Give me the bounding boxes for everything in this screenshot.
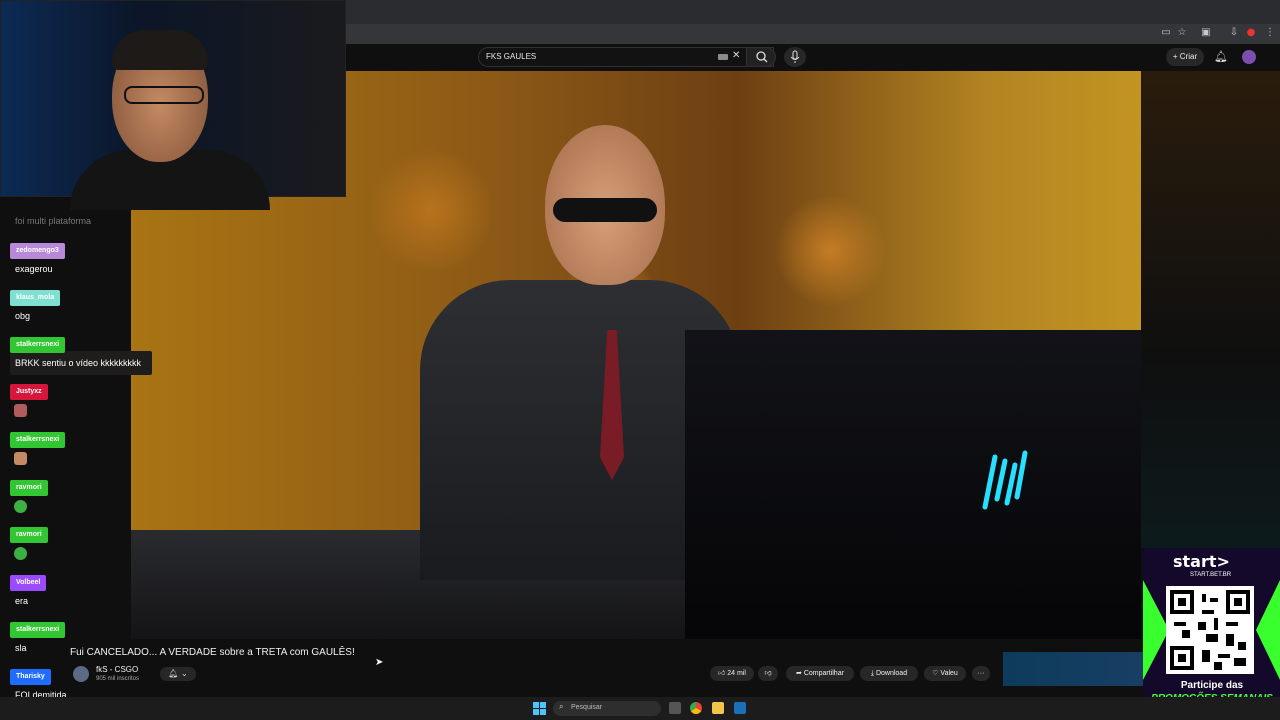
side-panel	[1141, 71, 1280, 548]
search-button[interactable]	[746, 47, 776, 67]
chat-message: era	[15, 596, 29, 606]
mouse-cursor-icon: ➤	[375, 657, 384, 668]
menu-kebab-icon[interactable]: ⋮	[1264, 27, 1276, 39]
chat-message: sla	[15, 643, 27, 653]
chat-username: stalkerrsnexi	[10, 622, 66, 638]
like-count: 24 mil	[727, 670, 746, 677]
keyboard-icon[interactable]	[718, 54, 728, 60]
chat-message: obg	[15, 311, 31, 321]
chat-username: zedomengo3	[10, 243, 65, 259]
chrome-icon[interactable]	[690, 702, 702, 714]
file-explorer-icon[interactable]	[712, 702, 724, 714]
search-query[interactable]: FKS GAULES	[486, 52, 536, 61]
subscriber-count: 905 mil inscritos	[96, 676, 140, 682]
download-label: Download	[875, 670, 908, 677]
chat-emote-icon	[14, 404, 27, 417]
thumbs-up-icon: 👍︎	[718, 670, 728, 677]
create-label: Criar	[1179, 52, 1198, 61]
more-actions-button[interactable]: ···	[972, 666, 990, 681]
thanks-label: Valeu	[940, 670, 958, 677]
extensions-icon[interactable]: ▣	[1200, 27, 1212, 39]
chat-message: BRKK sentiu o vídeo kkkkkkkkk	[15, 358, 142, 368]
laptop-logo-icon	[982, 450, 1028, 510]
ad-site: START.BET.BR	[1190, 572, 1232, 578]
chat-emote-icon	[14, 547, 27, 560]
chat-emote-icon	[14, 452, 27, 465]
create-button[interactable]: + Criar	[1166, 48, 1204, 66]
share-label: Compartilhar	[803, 670, 844, 677]
microphone-icon	[790, 50, 800, 63]
chat-emote-icon	[14, 500, 27, 513]
chat-username: klaus_mola	[10, 290, 61, 306]
chevron-down-icon: ⌄	[181, 669, 188, 678]
chat-username: stalkerrsnexi	[10, 432, 66, 448]
chat-message: exagerou	[15, 264, 53, 274]
ad-headline: Participe das	[1180, 680, 1244, 691]
taskbar-search-placeholder: Pesquisar	[571, 704, 603, 711]
download-button[interactable]: ⤓ Download	[860, 666, 918, 681]
chat-username: stalkerrsnexi	[10, 337, 66, 353]
bell-icon: 🔔︎	[168, 669, 179, 678]
share-icon: ➦	[796, 670, 804, 677]
subscription-bell-button[interactable]: 🔔︎ ⌄	[160, 667, 196, 681]
bookmark-star-icon[interactable]: ☆	[1176, 27, 1188, 39]
chat-username: ravmori	[10, 480, 48, 496]
ad-brand-logo: start>	[1173, 552, 1230, 571]
taskbar-search[interactable]	[553, 701, 661, 716]
video-laptop	[685, 330, 1141, 639]
profile-icon[interactable]: ●	[1245, 27, 1257, 39]
cast-icon[interactable]: ▭	[1160, 27, 1172, 39]
ad-arrow-graphic-right	[1256, 580, 1280, 680]
dislike-button[interactable]: 👎︎	[758, 666, 778, 681]
video-person-sunglasses	[553, 198, 657, 222]
webcam-person-glasses	[124, 86, 204, 104]
webcam-person-hair	[112, 30, 208, 70]
share-button[interactable]: ➦ Compartilhar	[786, 666, 854, 681]
search-icon: ⌕	[559, 702, 564, 711]
task-view-icon[interactable]	[669, 702, 681, 714]
windows-start-icon[interactable]	[533, 702, 546, 715]
channel-name[interactable]: fkS - CSGO	[96, 665, 138, 674]
more-icon: ···	[977, 670, 985, 677]
notifications-bell-icon[interactable]: 🔔︎	[1214, 50, 1228, 63]
chat-message-faded: foi multi plataforma	[15, 216, 92, 226]
video-title: Fui CANCELADO... A VERDADE sobre a TRETA…	[70, 647, 355, 658]
clear-search-icon[interactable]: ✕	[732, 50, 740, 61]
chat-username: Justyxz	[10, 384, 48, 400]
recommended-video-thumbnail[interactable]	[1003, 652, 1143, 686]
channel-avatar[interactable]	[73, 666, 89, 682]
thumbs-down-icon: 👎︎	[764, 670, 772, 677]
steam-icon[interactable]	[734, 702, 746, 714]
search-icon	[756, 51, 768, 63]
thanks-button[interactable]: ♡ Valeu	[924, 666, 966, 681]
like-button[interactable]: 👍︎ 24 mil	[710, 666, 754, 681]
chat-username: Volbeel	[10, 575, 47, 591]
chat-username: ravmori	[10, 527, 48, 543]
chat-username: Tharisky	[10, 669, 51, 685]
user-avatar[interactable]	[1242, 50, 1256, 64]
plus-icon: +	[1172, 52, 1180, 61]
downloads-icon[interactable]: ⇩	[1228, 27, 1240, 39]
qr-code-icon	[1166, 586, 1254, 674]
voice-search-button[interactable]	[784, 47, 806, 67]
